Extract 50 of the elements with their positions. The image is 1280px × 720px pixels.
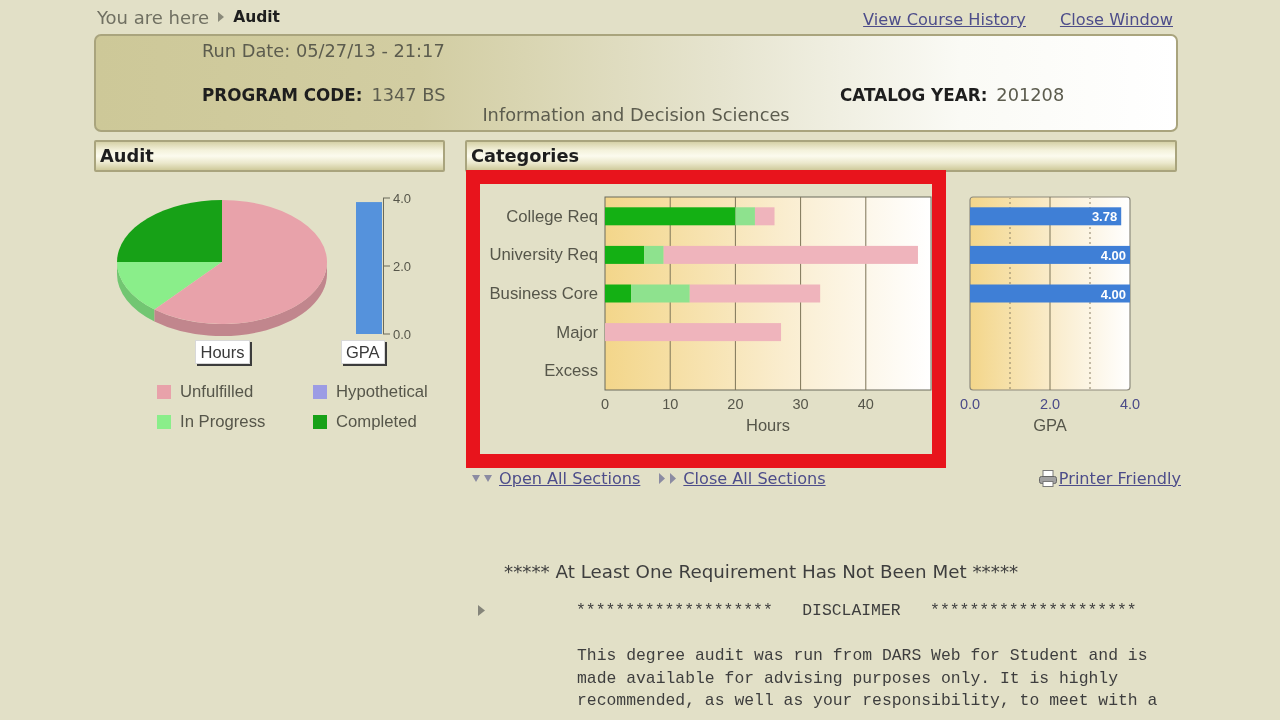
axis-tick-label: 30 — [792, 396, 809, 412]
status-message: ***** At Least One Requirement Has Not Been Met ***** — [503, 562, 1020, 582]
category-label: Excess — [544, 361, 598, 381]
axis-tick-label: 20 — [727, 396, 744, 412]
header-link[interactable]: View Course History — [863, 9, 1026, 34]
category-label: College Req — [506, 206, 598, 226]
field-value: 1347 BS — [371, 85, 446, 105]
collapse-all-link[interactable]: Close All Sections — [659, 468, 826, 488]
axis-tick-label: 2.0 — [1039, 396, 1061, 412]
value-label: 4.00 — [1100, 286, 1126, 302]
disclaimer-heading: ******************** DISCLAIMER ********************* — [576, 600, 1137, 620]
axis-tick-label: 0.0 — [393, 326, 412, 340]
double-caret-right-icon — [659, 472, 677, 484]
legend-label: In Progress — [180, 412, 266, 432]
breadcrumb-label: You are here — [97, 6, 210, 28]
printer-icon — [1038, 469, 1057, 487]
axis-tick-label: 4.0 — [393, 190, 412, 206]
axis-tick-label: 4.0 — [1119, 396, 1141, 412]
triangle-icon — [478, 604, 485, 616]
legend-label: Hypothetical — [336, 382, 428, 402]
field-label: CATALOG YEAR: — [840, 85, 988, 105]
legend-label: Completed — [336, 412, 417, 432]
axis-tick-label: 2.0 — [393, 258, 412, 274]
printer-friendly-link[interactable]: Printer Friendly — [1038, 468, 1181, 488]
field-value: 201208 — [996, 85, 1065, 105]
triangle-icon — [218, 12, 225, 22]
category-label: GPA — [341, 340, 385, 364]
breadcrumb-current: Audit — [233, 8, 280, 26]
panel-header: Categories — [465, 140, 1177, 172]
category-label: University Req — [489, 245, 598, 265]
axis-tick-label: 10 — [662, 396, 679, 412]
disclaimer-text: This degree audit was run from DARS Web for Student and is made available for advising purposes only. It is highly recommended, as well as your responsibility, to meet with a — [577, 645, 1159, 712]
category-label: Major — [556, 322, 598, 342]
expand-all-link[interactable]: Open All Sections — [472, 468, 641, 488]
program-name: Information and Decision Sciences — [481, 105, 791, 125]
panel-header: Audit — [94, 140, 445, 172]
chart-label: Hours — [195, 340, 250, 364]
axis-title: Hours — [746, 416, 790, 434]
axis-tick-label: 0 — [600, 396, 610, 412]
axis-tick-label: 40 — [857, 396, 874, 412]
category-label: Business Core — [489, 284, 598, 303]
axis-title: GPA — [1033, 416, 1067, 434]
axis-tick-label: 0.0 — [959, 396, 981, 412]
double-caret-down-icon — [472, 474, 492, 482]
value-label: 3.78 — [1091, 209, 1118, 225]
value-label: 4.00 — [1100, 247, 1126, 263]
run-date: Run Date: 05/27/13 - 21:17 — [201, 41, 446, 61]
field-label: PROGRAM CODE: — [202, 85, 363, 105]
legend-label: Unfulfilled — [180, 382, 254, 402]
header-link[interactable]: Close Window — [1059, 9, 1173, 34]
